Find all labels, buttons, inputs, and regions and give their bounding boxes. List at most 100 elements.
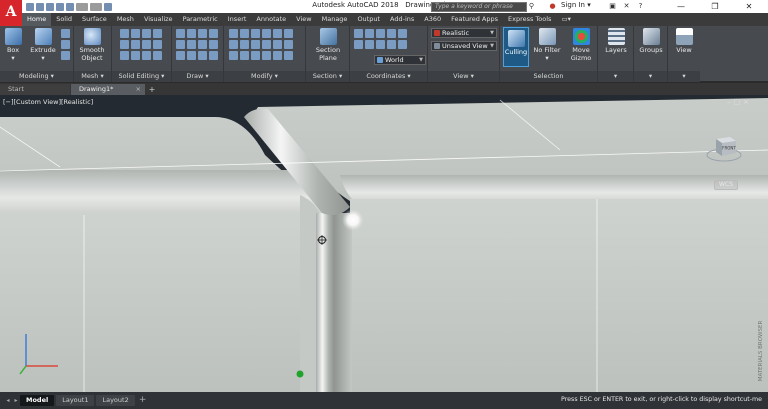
restore-viewport-icon[interactable]: □ <box>734 98 744 106</box>
ucs-object-icon[interactable] <box>376 40 385 49</box>
solid-editing-label[interactable]: Solid Editing ▾ <box>112 71 171 82</box>
file-tab-drawing1[interactable]: Drawing1* × <box>71 84 145 95</box>
view-panel-expand[interactable]: ▾ <box>668 71 700 82</box>
binoculars-icon[interactable]: ⚲ <box>527 2 536 11</box>
tab-output[interactable]: Output <box>352 13 385 26</box>
presspull-icon[interactable] <box>61 29 70 38</box>
close-tab-icon[interactable]: × <box>136 84 141 95</box>
shell-icon[interactable] <box>153 51 162 60</box>
mesh-label[interactable]: Mesh ▾ <box>74 71 111 82</box>
add-layout-icon[interactable]: + <box>137 396 149 405</box>
join-icon[interactable] <box>240 51 249 60</box>
restore-icon[interactable]: ❐ <box>698 0 732 13</box>
tab-annotate[interactable]: Annotate <box>251 13 291 26</box>
plot-icon[interactable] <box>66 3 74 11</box>
search-input[interactable]: Type a keyword or phrase <box>431 2 527 12</box>
ucs-z-icon[interactable] <box>387 29 396 38</box>
link-icon[interactable]: ✕ <box>622 2 631 11</box>
groups-expand[interactable]: ▾ <box>634 71 667 82</box>
move-icon[interactable] <box>229 29 238 38</box>
section-label[interactable]: Section ▾ <box>306 71 349 82</box>
tab-model[interactable]: Model <box>20 395 55 406</box>
view-label[interactable]: View ▾ <box>428 71 499 82</box>
no-filter-button[interactable]: No Filter ▾ <box>532 28 562 62</box>
ucs-view-icon[interactable] <box>398 29 407 38</box>
ribbon-minimize-button[interactable]: ▭▾ <box>556 13 575 26</box>
scale-icon[interactable] <box>262 40 271 49</box>
materials-browser-tab[interactable]: MATERIALS BROWSER <box>756 321 766 382</box>
offset-icon[interactable] <box>284 40 293 49</box>
break-icon[interactable] <box>251 51 260 60</box>
sign-in-button[interactable]: Sign In ▾ <box>561 1 591 9</box>
save-icon[interactable] <box>46 3 54 11</box>
selection-label[interactable]: Selection <box>500 71 597 82</box>
tab-home[interactable]: Home <box>22 13 52 26</box>
tab-insert[interactable]: Insert <box>223 13 252 26</box>
spline-icon[interactable] <box>209 40 218 49</box>
separate-icon[interactable] <box>142 51 151 60</box>
tab-visualize[interactable]: Visualize <box>139 13 178 26</box>
ucs-3point-icon[interactable] <box>365 40 374 49</box>
tab-a360[interactable]: A360 <box>419 13 446 26</box>
ucs-face-icon[interactable] <box>387 40 396 49</box>
viewcube[interactable]: FRONT <box>706 133 742 163</box>
arc-icon[interactable] <box>209 29 218 38</box>
help-icon[interactable]: ? <box>636 2 645 11</box>
groups-button[interactable]: Groups <box>636 28 666 54</box>
stretch-icon[interactable] <box>251 40 260 49</box>
region-icon[interactable] <box>198 51 207 60</box>
ucs-previous-icon[interactable] <box>398 40 407 49</box>
ucs-x-icon[interactable] <box>365 29 374 38</box>
align-icon[interactable] <box>229 51 238 60</box>
coordinates-label[interactable]: Coordinates ▾ <box>350 71 427 82</box>
rectangle-icon[interactable] <box>176 40 185 49</box>
interfere-icon[interactable] <box>131 40 140 49</box>
cart-icon[interactable]: ▣ <box>608 2 617 11</box>
slice-icon[interactable] <box>120 40 129 49</box>
open-icon[interactable] <box>36 3 44 11</box>
tab-add-ins[interactable]: Add-ins <box>385 13 419 26</box>
chamfer-edge-icon[interactable] <box>131 51 140 60</box>
ucs-origin-icon[interactable] <box>354 40 363 49</box>
3d-scene[interactable] <box>0 95 768 392</box>
move-gizmo-button[interactable]: Move Gizmo <box>566 28 596 62</box>
array-icon[interactable] <box>273 40 282 49</box>
offset-edge-icon[interactable] <box>153 40 162 49</box>
loft-icon[interactable] <box>61 51 70 60</box>
tab-nav-right-icon[interactable]: ▸ <box>12 396 20 405</box>
tab-surface[interactable]: Surface <box>77 13 112 26</box>
tab-view[interactable]: View <box>291 13 316 26</box>
culling-button[interactable]: Culling <box>503 27 529 67</box>
erase-icon[interactable] <box>262 29 271 38</box>
modify-label[interactable]: Modify ▾ <box>224 71 305 82</box>
thicken-icon[interactable] <box>142 40 151 49</box>
smooth-icon[interactable] <box>61 40 70 49</box>
rotate-icon[interactable] <box>240 29 249 38</box>
new-tab-button[interactable]: + <box>146 84 158 95</box>
ucs-dropdown[interactable]: World ▼ <box>374 55 426 65</box>
intersect-icon[interactable] <box>142 29 151 38</box>
layers-button[interactable]: Layers <box>601 28 631 54</box>
section-plane-button[interactable]: Section Plane <box>310 28 346 62</box>
ellipse-icon[interactable] <box>187 40 196 49</box>
tab-express-tools[interactable]: Express Tools <box>503 13 556 26</box>
model-viewport[interactable]: [−][Custom View][Realistic] –□× FRONT WC… <box>0 95 768 392</box>
circle-icon[interactable] <box>198 29 207 38</box>
redo-icon[interactable] <box>90 3 102 11</box>
tab-solid[interactable]: Solid <box>51 13 77 26</box>
line-icon[interactable] <box>176 29 185 38</box>
share-icon[interactable] <box>104 3 112 11</box>
extrude-button[interactable]: Extrude ▾ <box>29 28 57 62</box>
union-icon[interactable] <box>120 29 129 38</box>
tab-nav-left-icon[interactable]: ◂ <box>4 396 12 405</box>
tab-layout1[interactable]: Layout1 <box>56 395 95 406</box>
point-icon[interactable] <box>187 51 196 60</box>
view-button[interactable]: View <box>670 28 698 54</box>
close-icon[interactable]: ✕ <box>732 0 766 13</box>
trim-icon[interactable] <box>251 29 260 38</box>
undo-icon[interactable] <box>76 3 88 11</box>
save-as-icon[interactable] <box>56 3 64 11</box>
close-viewport-icon[interactable]: × <box>743 98 752 106</box>
fillet-edge-icon[interactable] <box>120 51 129 60</box>
tab-manage[interactable]: Manage <box>317 13 353 26</box>
